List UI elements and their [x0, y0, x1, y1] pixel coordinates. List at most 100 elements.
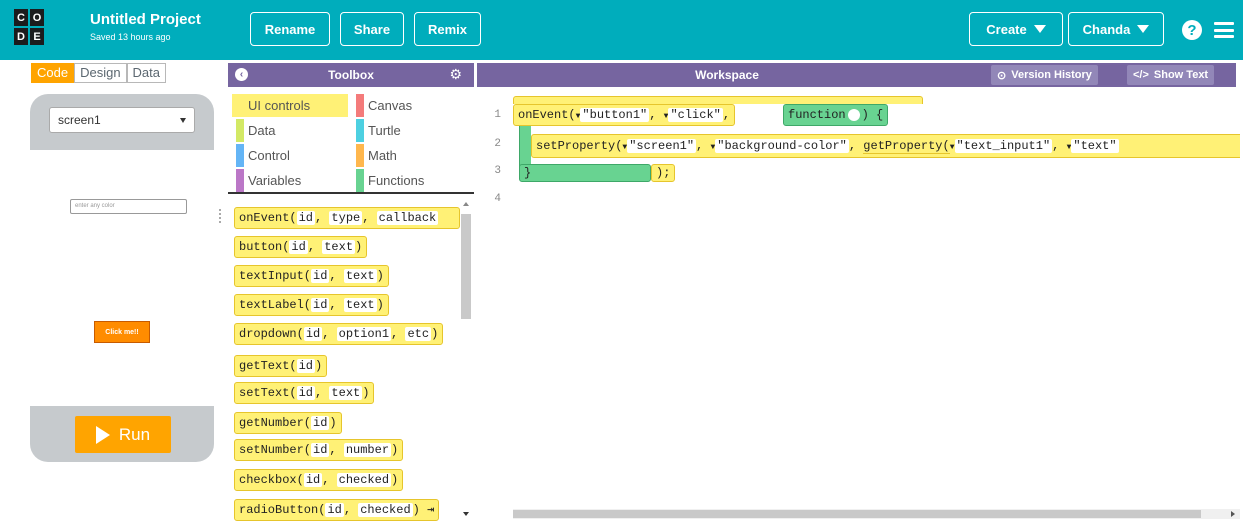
block-textlabel[interactable]: textLabel(id, text): [234, 294, 389, 316]
function-close-block: }: [519, 164, 651, 182]
toolbox-scrollbar[interactable]: [461, 200, 471, 518]
category-turtle[interactable]: Turtle: [352, 119, 468, 142]
category-functions[interactable]: Functions: [352, 169, 468, 192]
category-variables[interactable]: Variables: [232, 169, 348, 192]
category-swatch: [356, 94, 364, 117]
code-mode-button[interactable]: Code: [31, 63, 75, 83]
share-button[interactable]: Share: [340, 12, 404, 46]
show-text-button[interactable]: </> Show Text: [1127, 65, 1215, 85]
block-settext[interactable]: setText(id, text): [234, 382, 375, 404]
category-math[interactable]: Math: [352, 144, 468, 167]
design-mode-button[interactable]: Design: [74, 63, 127, 83]
category-swatch: [356, 119, 364, 142]
category-swatch: [236, 169, 244, 192]
logo-letter: E: [30, 28, 44, 45]
help-icon[interactable]: ?: [1182, 20, 1202, 40]
user-name: Chanda: [1082, 21, 1131, 37]
scrollbar-thumb[interactable]: [461, 214, 471, 319]
logo-letter: O: [30, 9, 44, 26]
category-ui-controls[interactable]: UI controls: [232, 94, 348, 117]
category-data[interactable]: Data: [232, 119, 348, 142]
caret-down-icon: [1033, 25, 1046, 33]
dropdown-arrow-icon: [180, 118, 186, 123]
category-swatch: [236, 144, 244, 167]
code-icon: </>: [1133, 69, 1149, 81]
workspace-header: Workspace ⊙ Version History </> Show Tex…: [477, 63, 1236, 87]
block-onevent[interactable]: onEvent(id, type, callback: [234, 207, 460, 229]
category-label: Canvas: [368, 98, 413, 113]
gear-icon[interactable]: ⚙: [449, 67, 462, 81]
run-button[interactable]: Run: [75, 416, 171, 453]
getproperty-block[interactable]: getProperty(: [863, 139, 950, 154]
line-number: 4: [494, 193, 501, 205]
caret-down-icon: [1137, 25, 1150, 33]
toolbox-header: ‹ Toolbox ⚙: [228, 63, 474, 87]
version-history-button[interactable]: ⊙ Version History: [991, 65, 1098, 85]
category-swatch: [356, 144, 364, 167]
category-label: UI controls: [248, 98, 311, 113]
onevent-close-block: );: [651, 164, 676, 182]
hamburger-menu-icon[interactable]: [1214, 22, 1234, 38]
block-textinput[interactable]: textInput(id, text): [234, 265, 389, 287]
code-org-logo[interactable]: C O D E: [14, 9, 44, 46]
scroll-down-icon[interactable]: [463, 512, 469, 516]
onevent-block[interactable]: onEvent(▼ "button1", ▼ "click",: [513, 104, 736, 126]
category-swatch: [236, 119, 244, 142]
scroll-right-icon[interactable]: [1231, 511, 1235, 517]
category-label: Functions: [368, 173, 425, 188]
category-canvas[interactable]: Canvas: [352, 94, 468, 117]
workspace-title: Workspace: [695, 68, 759, 82]
event-block-top: [513, 96, 923, 104]
block-getnumber[interactable]: getNumber(id): [234, 412, 342, 434]
resize-handle[interactable]: [219, 209, 222, 223]
run-label: Run: [118, 424, 151, 444]
line-number: 1: [494, 109, 501, 121]
app-preview-phone: screen1 enter any color Click me!! Run: [30, 94, 214, 462]
block-dropdown[interactable]: dropdown(id, option1, etc): [234, 323, 444, 345]
line-number: 3: [494, 165, 501, 177]
category-control[interactable]: Control: [232, 144, 348, 167]
scrollbar-thumb[interactable]: [513, 510, 1201, 518]
scroll-up-icon[interactable]: [463, 202, 469, 206]
logo-letter: D: [14, 28, 28, 45]
category-label: Variables: [248, 173, 302, 188]
logo-letter: C: [14, 9, 28, 26]
block-radiobutton[interactable]: radioButton(id, checked) ⇥: [234, 499, 440, 521]
block-gettext[interactable]: getText(id): [234, 355, 328, 377]
category-label: Math: [368, 148, 397, 163]
screen-select-value: screen1: [58, 113, 101, 127]
block-checkbox[interactable]: checkbox(id, checked): [234, 469, 404, 491]
function-block[interactable]: function) {: [783, 104, 889, 126]
line-number-gutter: 1 2 3 4: [477, 92, 512, 514]
top-header: C O D E Untitled Project Saved 13 hours …: [0, 0, 1243, 60]
category-swatch: [236, 94, 244, 117]
toolbox-categories: UI controls Canvas Data Turtle Control M…: [228, 92, 474, 194]
code-workspace[interactable]: onEvent(▼ "button1", ▼ "click", function) …: [513, 92, 1240, 514]
mode-toggle: Code Design Data: [31, 63, 167, 83]
remix-button[interactable]: Remix: [414, 12, 481, 46]
workspace-horizontal-scrollbar[interactable]: [513, 509, 1240, 519]
create-menu-button[interactable]: Create: [969, 12, 1063, 46]
toolbox-blocks: onEvent(id, type, callback button(id, te…: [228, 196, 474, 526]
click-me-button[interactable]: Click me!!: [94, 321, 150, 343]
dropdown-arrow-icon[interactable]: ▼: [950, 143, 955, 152]
saved-status: Saved 13 hours ago: [90, 32, 171, 42]
category-label: Control: [248, 148, 290, 163]
screen-select-dropdown[interactable]: screen1: [49, 107, 195, 133]
setproperty-block[interactable]: setProperty(▼ "screen1", ▼ "background-col…: [531, 134, 1240, 158]
toolbox-title: Toolbox: [328, 68, 374, 82]
play-icon: [95, 425, 110, 444]
block-button[interactable]: button(id, text): [234, 236, 368, 258]
block-setnumber[interactable]: setNumber(id, number): [234, 439, 404, 461]
data-mode-button[interactable]: Data: [126, 63, 167, 83]
color-text-input[interactable]: enter any color: [70, 199, 187, 214]
category-label: Data: [248, 123, 276, 138]
user-menu-button[interactable]: Chanda: [1068, 12, 1164, 46]
line-number: 2: [494, 138, 501, 150]
rename-button[interactable]: Rename: [250, 12, 330, 46]
category-label: Turtle: [368, 123, 401, 138]
category-swatch: [356, 169, 364, 192]
project-title: Untitled Project: [90, 11, 201, 28]
parameter-knob[interactable]: [847, 108, 860, 121]
clock-icon: ⊙: [997, 69, 1007, 82]
